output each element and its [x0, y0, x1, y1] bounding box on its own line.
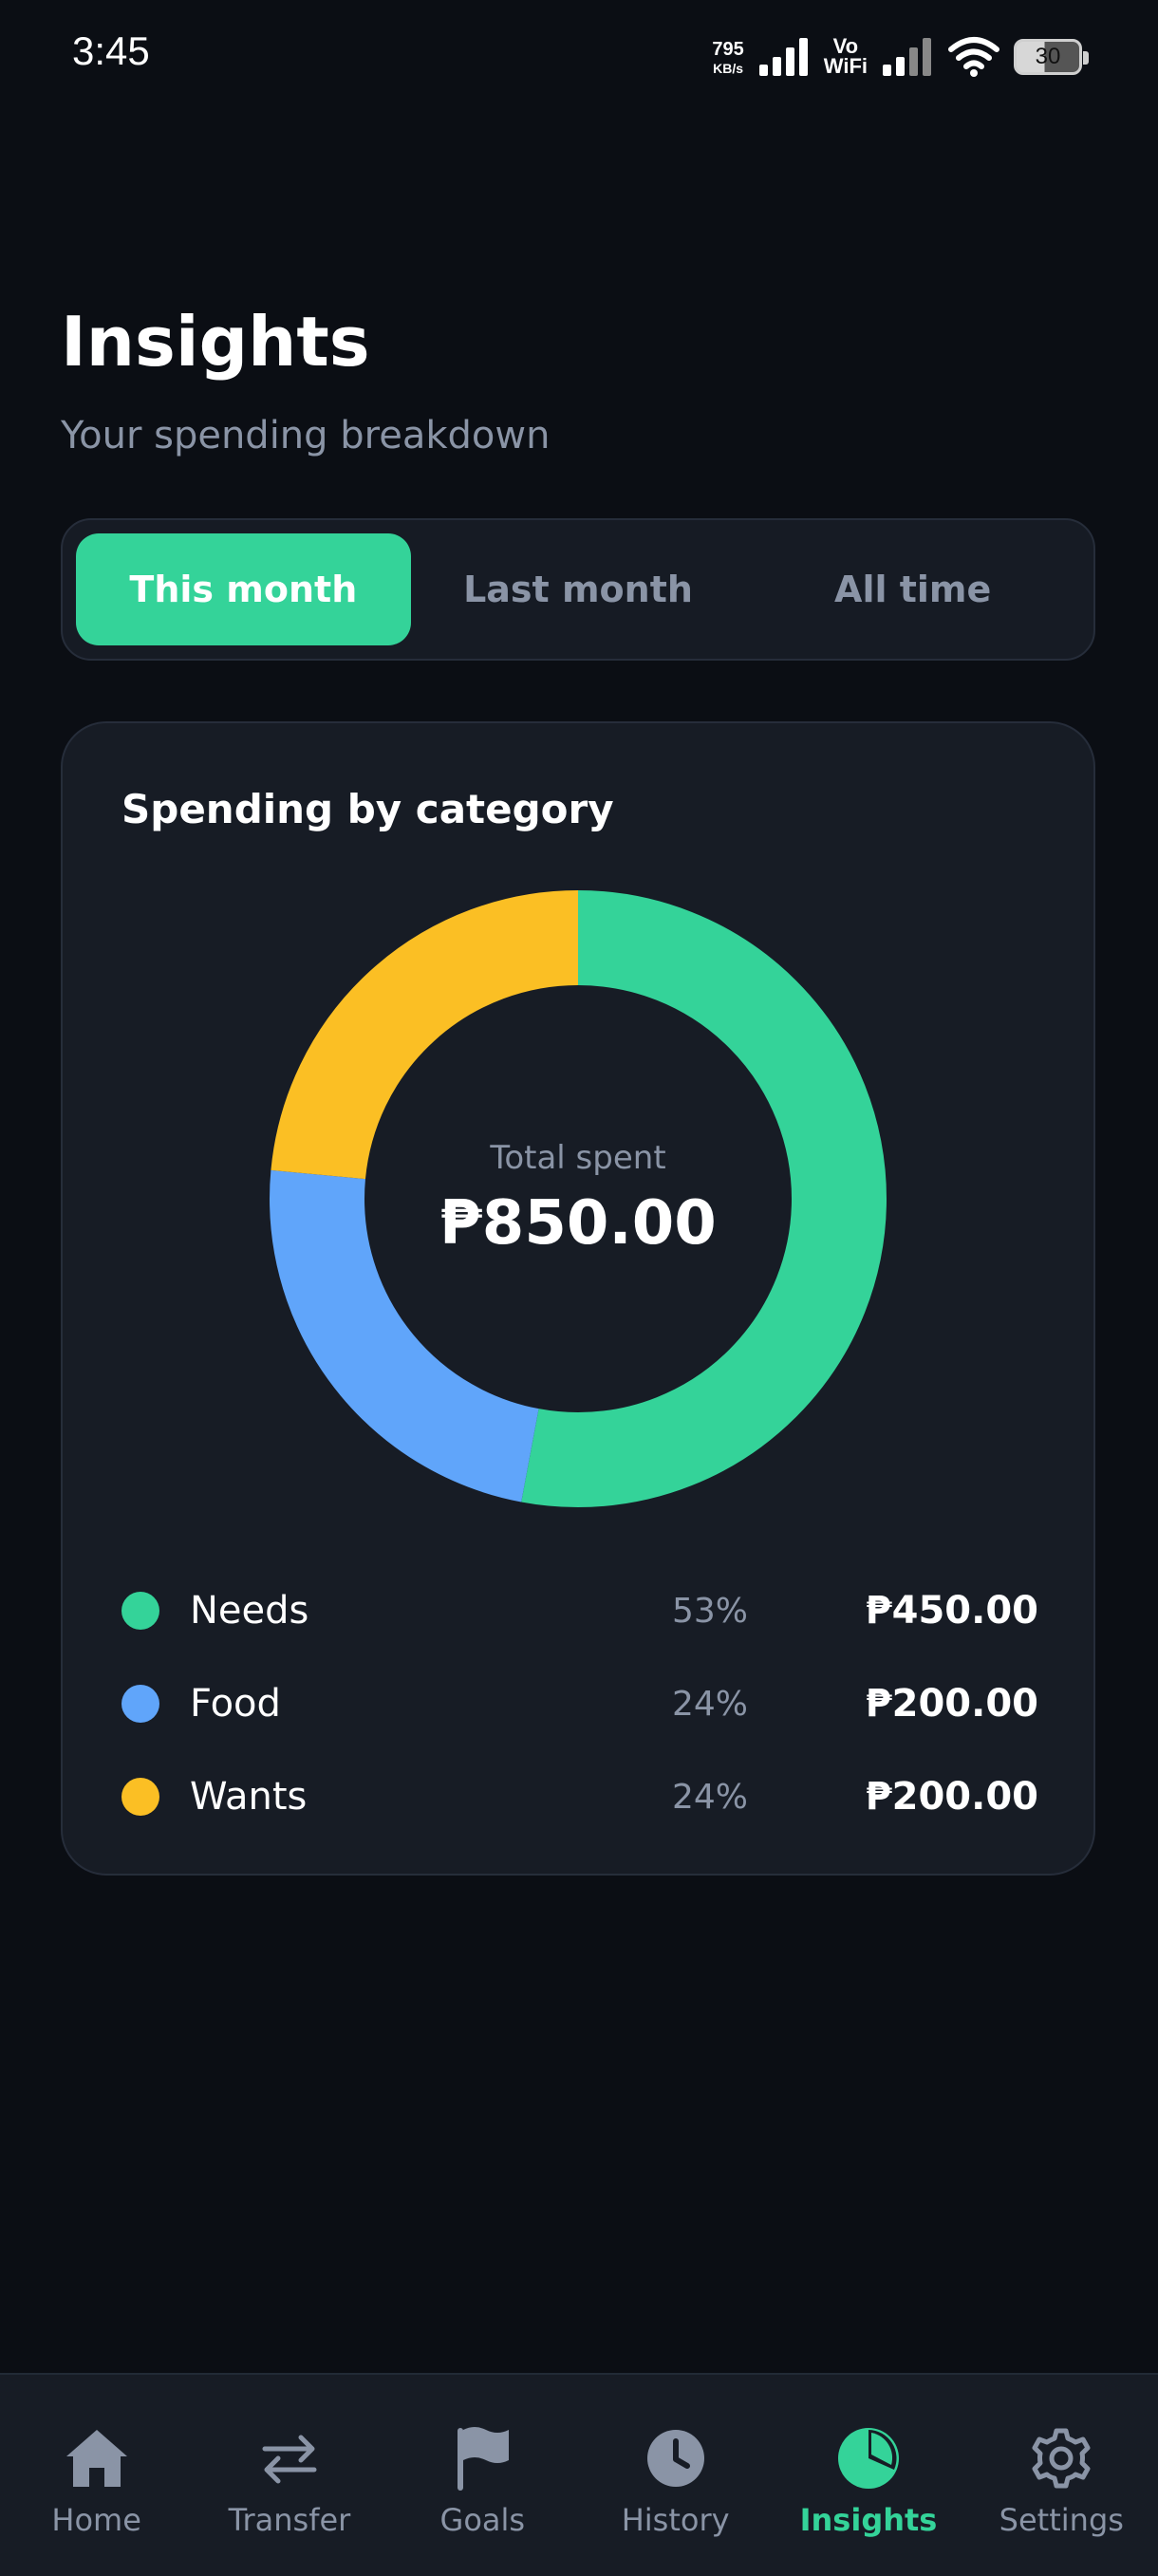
tab-all-time[interactable]: All time — [745, 533, 1080, 645]
tab-this-month[interactable]: This month — [76, 533, 411, 645]
battery-level: 30 — [1035, 44, 1061, 69]
nav-label: Settings — [999, 2502, 1124, 2538]
pie-chart-icon — [837, 2428, 899, 2489]
nav-label: Goals — [439, 2502, 526, 2538]
vowifi-indicator: Vo WiFi — [823, 36, 868, 78]
status-time: 3:45 — [72, 28, 150, 73]
category-legend: Needs 53% ₱450.00 Food 24% ₱200.00 Wants… — [121, 1564, 1038, 1843]
nav-home[interactable]: Home — [0, 2375, 193, 2576]
network-speed-value: 795 — [712, 38, 744, 60]
legend-percent: 53% — [672, 1591, 749, 1631]
wifi-icon — [948, 37, 999, 77]
nav-label: Insights — [799, 2502, 938, 2538]
period-tabs: This month Last month All time — [61, 518, 1095, 661]
total-spent-label: Total spent — [490, 1139, 666, 1177]
legend-row-wants[interactable]: Wants 24% ₱200.00 — [121, 1750, 1038, 1843]
food-color-dot — [121, 1685, 159, 1723]
page-subtitle: Your spending breakdown — [61, 414, 551, 457]
legend-label: Food — [190, 1682, 281, 1726]
legend-percent: 24% — [672, 1777, 749, 1817]
status-bar: 3:45 795 KB/s Vo WiFi 30 — [0, 0, 1158, 114]
donut-center: Total spent ₱850.00 — [270, 890, 887, 1507]
battery-icon: 30 — [1014, 39, 1089, 75]
cellular-signal-icon — [758, 38, 808, 76]
network-speed: 795 KB/s — [712, 40, 743, 75]
legend-label: Wants — [190, 1775, 308, 1819]
legend-amount: ₱200.00 — [865, 1775, 1038, 1819]
nav-goals[interactable]: Goals — [386, 2375, 579, 2576]
network-speed-unit: KB/s — [713, 60, 744, 76]
page-title: Insights — [61, 302, 370, 382]
wants-color-dot — [121, 1778, 159, 1816]
nav-settings[interactable]: Settings — [965, 2375, 1158, 2576]
bottom-nav: Home Transfer Goals History Insights Set… — [0, 2373, 1158, 2576]
vowifi-bottom: WiFi — [823, 54, 868, 78]
nav-transfer[interactable]: Transfer — [193, 2375, 385, 2576]
legend-percent: 24% — [672, 1684, 749, 1724]
legend-label: Needs — [190, 1589, 309, 1633]
spending-by-category-card: Spending by category Total spent ₱850.00… — [61, 721, 1095, 1876]
status-icons: 795 KB/s Vo WiFi 30 — [712, 28, 1089, 85]
nav-insights[interactable]: Insights — [772, 2375, 964, 2576]
needs-color-dot — [121, 1592, 159, 1630]
nav-label: Home — [51, 2502, 141, 2538]
cellular-signal-2-icon — [883, 38, 931, 76]
legend-row-needs[interactable]: Needs 53% ₱450.00 — [121, 1564, 1038, 1657]
home-icon — [65, 2430, 127, 2487]
legend-amount: ₱450.00 — [865, 1589, 1038, 1633]
legend-row-food[interactable]: Food 24% ₱200.00 — [121, 1657, 1038, 1750]
nav-history[interactable]: History — [579, 2375, 772, 2576]
gear-icon — [1032, 2428, 1091, 2489]
total-spent-value: ₱850.00 — [439, 1188, 717, 1259]
nav-label: Transfer — [228, 2502, 351, 2538]
transfer-icon — [262, 2435, 317, 2484]
card-title: Spending by category — [121, 786, 614, 832]
nav-label: History — [621, 2502, 730, 2538]
flag-icon — [458, 2427, 510, 2491]
tab-last-month[interactable]: Last month — [411, 533, 746, 645]
clock-icon — [646, 2430, 704, 2487]
legend-amount: ₱200.00 — [865, 1682, 1038, 1726]
